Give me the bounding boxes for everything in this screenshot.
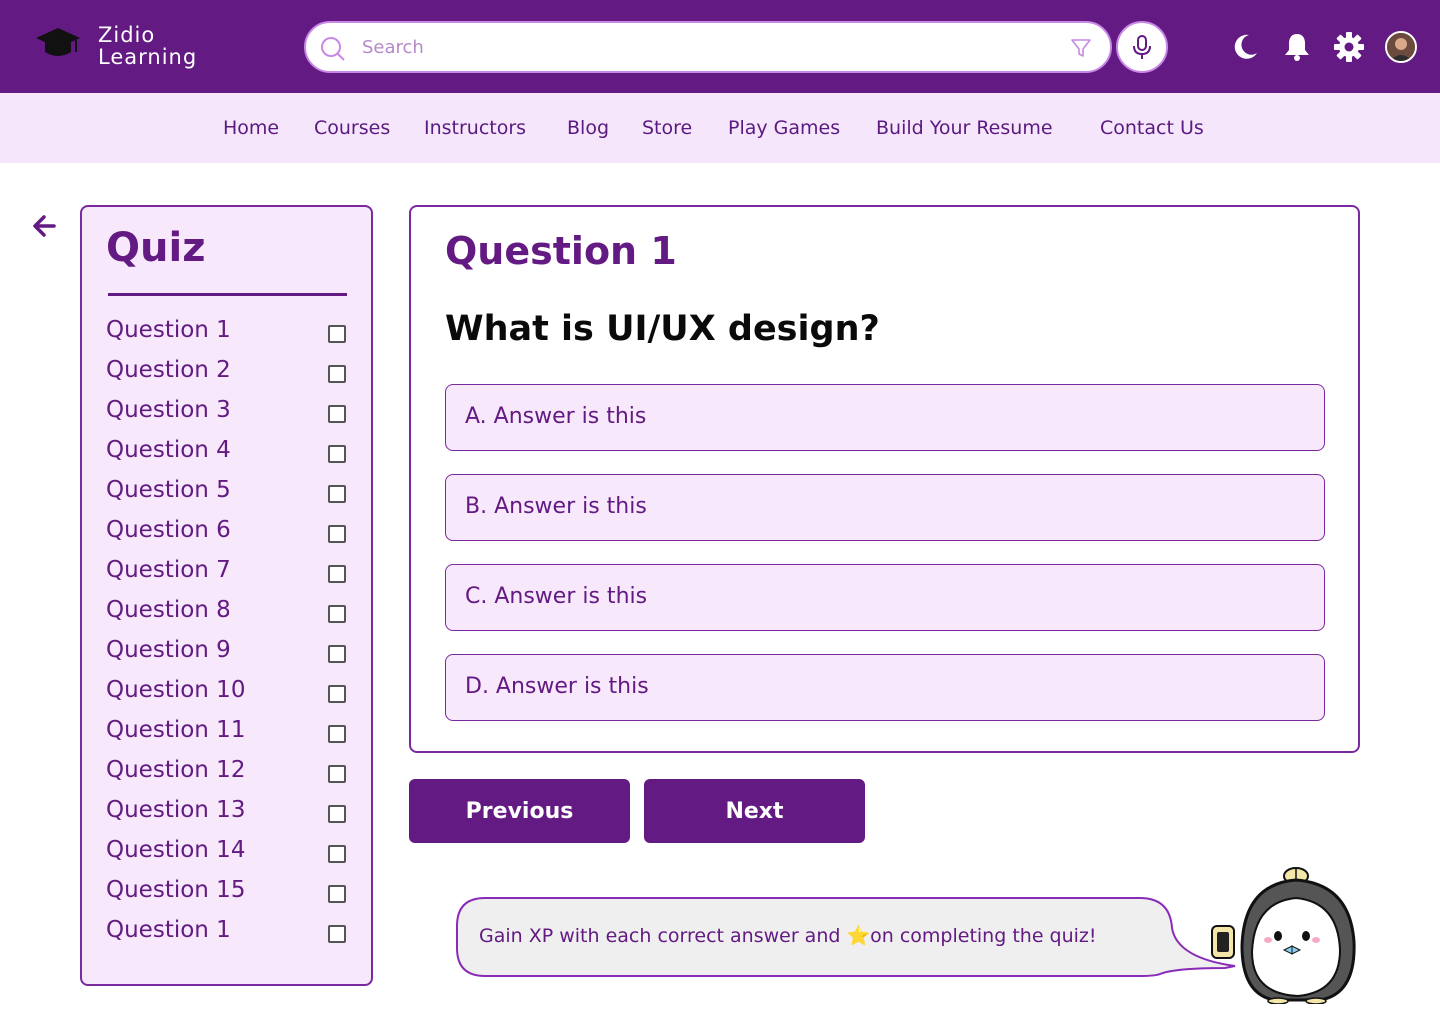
question-label: Question 1 bbox=[106, 317, 231, 343]
question-list-item[interactable]: Question 9 bbox=[106, 637, 351, 671]
question-label: Question 8 bbox=[106, 597, 231, 623]
question-checkbox[interactable] bbox=[328, 925, 346, 943]
graduation-cap-icon bbox=[36, 28, 80, 56]
brand-logo[interactable]: Zidio Learning bbox=[34, 22, 196, 68]
nav-store[interactable]: Store bbox=[642, 117, 692, 139]
question-list-item[interactable]: Question 3 bbox=[106, 397, 351, 431]
nav-contact-us[interactable]: Contact Us bbox=[1100, 117, 1204, 139]
question-card: Question 1 What is UI/UX design? A. Answ… bbox=[409, 205, 1360, 753]
question-heading: Question 1 bbox=[445, 229, 677, 273]
answer-option-label: C. Answer is this bbox=[465, 584, 648, 609]
question-checkbox[interactable] bbox=[328, 885, 346, 903]
search-icon bbox=[321, 37, 345, 61]
question-label: Question 6 bbox=[106, 517, 231, 543]
quiz-sidebar: Quiz Question 1 Question 2 Question 3 Qu… bbox=[80, 205, 373, 986]
brand-line-1: Zidio bbox=[98, 23, 156, 47]
question-label: Question 9 bbox=[106, 637, 231, 663]
tip-text: Gain XP with each correct answer and ⭐on… bbox=[479, 924, 1097, 947]
question-label: Question 12 bbox=[106, 757, 246, 783]
question-checkbox[interactable] bbox=[328, 445, 346, 463]
question-list-item[interactable]: Question 15 bbox=[106, 877, 351, 911]
question-checkbox[interactable] bbox=[328, 645, 346, 663]
question-list-item[interactable]: Question 8 bbox=[106, 597, 351, 631]
answer-option-label: D. Answer is this bbox=[465, 674, 649, 699]
question-checkbox[interactable] bbox=[328, 725, 346, 743]
search-input[interactable] bbox=[362, 33, 1042, 61]
nav-build-resume[interactable]: Build Your Resume bbox=[876, 117, 1053, 139]
question-label: Question 5 bbox=[106, 477, 231, 503]
answer-option-d[interactable]: D. Answer is this bbox=[445, 654, 1325, 721]
question-label: Question 11 bbox=[106, 717, 246, 743]
question-checkbox[interactable] bbox=[328, 325, 346, 343]
question-label: Question 3 bbox=[106, 397, 231, 423]
nav-courses[interactable]: Courses bbox=[314, 117, 390, 139]
answer-option-label: A. Answer is this bbox=[465, 404, 647, 429]
question-checkbox[interactable] bbox=[328, 525, 346, 543]
gear-icon[interactable] bbox=[1333, 31, 1365, 63]
question-checkbox[interactable] bbox=[328, 565, 346, 583]
next-button[interactable]: Next bbox=[644, 779, 865, 843]
quiz-title: Quiz bbox=[106, 225, 206, 271]
previous-button[interactable]: Previous bbox=[409, 779, 630, 843]
tip-text-part-2: on completing the quiz! bbox=[870, 925, 1097, 947]
question-label: Question 14 bbox=[106, 837, 246, 863]
question-list-item[interactable]: Question 13 bbox=[106, 797, 351, 831]
main-nav: Home Courses Instructors Blog Store Play… bbox=[0, 93, 1440, 163]
question-label: Question 15 bbox=[106, 877, 246, 903]
question-list-item[interactable]: Question 6 bbox=[106, 517, 351, 551]
user-avatar-image bbox=[1387, 33, 1415, 61]
search-bar[interactable] bbox=[304, 21, 1112, 73]
question-list-item[interactable]: Question 12 bbox=[106, 757, 351, 791]
question-label: Question 7 bbox=[106, 557, 231, 583]
question-list-item[interactable]: Question 1 bbox=[106, 317, 351, 351]
back-arrow-icon[interactable] bbox=[30, 212, 58, 240]
question-checkbox[interactable] bbox=[328, 365, 346, 383]
question-list-item[interactable]: Question 2 bbox=[106, 357, 351, 391]
brand-name: Zidio Learning bbox=[98, 24, 197, 68]
answer-option-label: B. Answer is this bbox=[465, 494, 647, 519]
moon-icon[interactable] bbox=[1229, 31, 1261, 63]
question-list-item[interactable]: Question 10 bbox=[106, 677, 351, 711]
question-label: Question 1 bbox=[106, 917, 231, 943]
question-checkbox[interactable] bbox=[328, 405, 346, 423]
question-text: What is UI/UX design? bbox=[445, 309, 880, 349]
answer-option-c[interactable]: C. Answer is this bbox=[445, 564, 1325, 631]
answer-option-b[interactable]: B. Answer is this bbox=[445, 474, 1325, 541]
star-icon: ⭐ bbox=[846, 925, 871, 947]
question-checkbox[interactable] bbox=[328, 685, 346, 703]
question-checkbox[interactable] bbox=[328, 845, 346, 863]
top-header: Zidio Learning bbox=[0, 0, 1440, 93]
question-checkbox[interactable] bbox=[328, 485, 346, 503]
question-label: Question 13 bbox=[106, 797, 246, 823]
question-list-item[interactable]: Question 4 bbox=[106, 437, 351, 471]
question-checkbox[interactable] bbox=[328, 805, 346, 823]
answer-option-a[interactable]: A. Answer is this bbox=[445, 384, 1325, 451]
nav-blog[interactable]: Blog bbox=[567, 117, 609, 139]
question-checkbox[interactable] bbox=[328, 605, 346, 623]
voice-search-button[interactable] bbox=[1116, 21, 1168, 73]
nav-play-games[interactable]: Play Games bbox=[728, 117, 840, 139]
question-list-item[interactable]: Question 7 bbox=[106, 557, 351, 591]
question-list-item[interactable]: Question 1 bbox=[106, 917, 351, 951]
question-list-item[interactable]: Question 5 bbox=[106, 477, 351, 511]
question-list-item[interactable]: Question 14 bbox=[106, 837, 351, 871]
question-list-item[interactable]: Question 11 bbox=[106, 717, 351, 751]
question-checkbox[interactable] bbox=[328, 765, 346, 783]
avatar[interactable] bbox=[1385, 31, 1417, 63]
microphone-icon bbox=[1133, 35, 1151, 59]
brand-line-2: Learning bbox=[98, 45, 198, 69]
penguin-mascot-icon bbox=[1211, 867, 1356, 1004]
question-label: Question 2 bbox=[106, 357, 231, 383]
nav-instructors[interactable]: Instructors bbox=[424, 117, 526, 139]
nav-home[interactable]: Home bbox=[223, 117, 279, 139]
question-label: Question 4 bbox=[106, 437, 231, 463]
question-label: Question 10 bbox=[106, 677, 246, 703]
bell-icon[interactable] bbox=[1281, 31, 1313, 63]
tip-text-part-1: Gain XP with each correct answer and bbox=[479, 925, 847, 947]
filter-icon[interactable] bbox=[1070, 37, 1092, 59]
quiz-title-divider bbox=[108, 293, 347, 296]
